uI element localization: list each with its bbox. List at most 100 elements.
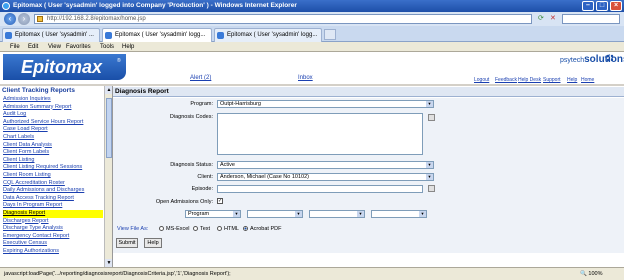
alert-link[interactable]: Alert (2) xyxy=(190,75,211,81)
brand-line1: psytech xyxy=(560,57,585,64)
format-radio-html[interactable]: HTML xyxy=(217,226,239,232)
report-link[interactable]: Client Listing xyxy=(3,157,103,165)
home-link[interactable]: Home xyxy=(581,77,594,83)
report-list: Admission Inquiries Admission Summary Re… xyxy=(3,96,103,255)
magnifier-icon: 🔍 xyxy=(580,271,587,277)
report-link[interactable]: Data Access Tracking Report xyxy=(3,195,103,203)
submit-button[interactable]: Submit xyxy=(116,238,138,248)
menu-file[interactable]: File xyxy=(10,43,20,51)
scroll-up-icon[interactable]: ▲ xyxy=(105,86,112,94)
diagnosis-status-value: Active xyxy=(220,162,235,168)
chevron-down-icon: ▼ xyxy=(426,162,433,168)
report-link[interactable]: Admission Summary Report xyxy=(3,104,103,112)
client-select[interactable]: Anderson, Michael (Case No 10102) ▼ xyxy=(217,173,434,181)
report-link[interactable]: CQL Accreditation Roster xyxy=(3,180,103,188)
menu-help[interactable]: Help xyxy=(122,43,134,51)
format-label: Text xyxy=(200,226,211,232)
report-link[interactable]: Case Load Report xyxy=(3,126,103,134)
sort-by-select-2[interactable]: ▼ xyxy=(247,210,303,218)
program-label: Program: xyxy=(190,101,213,107)
report-link[interactable]: Executive Census xyxy=(3,240,103,248)
inbox-link[interactable]: Inbox xyxy=(298,75,313,81)
program-select[interactable]: Outpt-Harrisburg ▼ xyxy=(217,100,434,108)
window-title: Epitomax ( User 'sysadmin' logged into C… xyxy=(13,2,297,9)
close-window-button[interactable]: × xyxy=(610,1,622,11)
help-desk-link[interactable]: Help Desk xyxy=(518,77,541,83)
report-link[interactable]: Client Data Analysis xyxy=(3,142,103,150)
url-input[interactable]: http://192.168.2.8/epitomax/home.jsp xyxy=(34,14,532,24)
status-bar: javascript:loadPage('.../reporting/diagn… xyxy=(0,267,624,280)
menu-tools[interactable]: Tools xyxy=(100,43,114,51)
zoom-level[interactable]: 🔍 100% xyxy=(580,268,602,280)
chevron-down-icon: ▼ xyxy=(419,211,426,217)
url-text: http://192.168.2.8/epitomax/home.jsp xyxy=(47,16,146,22)
sidebar-scrollbar[interactable]: ▲ ▼ xyxy=(104,86,112,267)
stop-icon[interactable]: ✕ xyxy=(550,14,556,24)
refresh-icon[interactable]: ⟳ xyxy=(538,14,544,24)
logout-link[interactable]: Logout xyxy=(474,77,489,83)
logo-registered-mark: ® xyxy=(117,58,121,64)
logo-text: Epitomax xyxy=(21,57,103,77)
chevron-down-icon: ▼ xyxy=(295,211,302,217)
episode-lookup-button[interactable] xyxy=(428,185,435,192)
browser-tab-3[interactable]: Epitomax ( User 'sysadmin' logg... xyxy=(214,28,322,42)
episode-input[interactable] xyxy=(217,185,423,193)
maximize-button[interactable]: □ xyxy=(596,1,608,11)
diagnosis-codes-textarea[interactable] xyxy=(217,113,423,155)
report-link[interactable]: Audit Log xyxy=(3,111,103,119)
app-header: Epitomax ® Alert (2) Inbox psytechsoluti… xyxy=(0,52,624,84)
scroll-thumb[interactable] xyxy=(106,98,112,158)
back-button[interactable]: ‹ xyxy=(4,13,16,25)
minimize-button[interactable]: – xyxy=(582,1,594,11)
menu-favorites[interactable]: Favorites xyxy=(66,43,91,51)
radio-dot xyxy=(159,226,164,232)
menu-edit[interactable]: Edit xyxy=(28,43,38,51)
browser-tab-1[interactable]: Epitomax ( User 'sysadmin' ... xyxy=(2,28,100,42)
format-radio-pdf[interactable]: Acrobat PDF xyxy=(243,226,281,232)
window-titlebar: Epitomax ( User 'sysadmin' logged into C… xyxy=(0,0,624,12)
report-link[interactable]: Expiring Authorizations xyxy=(3,248,103,256)
format-radio-excel[interactable]: MS-Excel xyxy=(159,226,190,232)
diagnosis-status-select[interactable]: Active ▼ xyxy=(217,161,434,169)
diagnosis-codes-lookup-button[interactable] xyxy=(428,114,435,121)
new-tab-button[interactable] xyxy=(324,29,336,40)
menu-view[interactable]: View xyxy=(48,43,61,51)
report-link[interactable]: Chart Labels xyxy=(3,134,103,142)
report-link[interactable]: Days In Program Report xyxy=(3,202,103,210)
report-link[interactable]: Daily Admissions and Discharges xyxy=(3,187,103,195)
chevron-down-icon: ▼ xyxy=(426,101,433,107)
feedback-link[interactable]: Feedback xyxy=(495,77,517,83)
report-link[interactable]: Emergency Contact Report xyxy=(3,233,103,241)
report-link[interactable]: Discharges Report xyxy=(3,218,103,226)
open-admissions-label: Open Admissions Only: xyxy=(155,199,213,205)
forward-button[interactable]: › xyxy=(18,13,30,25)
format-label: HTML xyxy=(224,226,239,232)
radio-dot-selected xyxy=(243,226,248,232)
psytech-logo: psytechsolutions xyxy=(560,55,624,66)
scroll-down-icon[interactable]: ▼ xyxy=(105,259,112,267)
browser-tab-2[interactable]: Epitomax ( User 'sysadmin' logg... xyxy=(102,28,212,42)
report-link[interactable]: Client Room Listing xyxy=(3,172,103,180)
report-link[interactable]: Discharge Type Analysis xyxy=(3,225,103,233)
open-admissions-checkbox[interactable]: ✓ xyxy=(217,198,223,204)
help-link[interactable]: Help xyxy=(567,77,577,83)
tab-label: Epitomax ( User 'sysadmin' logg... xyxy=(115,32,206,38)
report-link[interactable]: Client Listing Required Sessions xyxy=(3,164,103,172)
sidebar-heading: Client Tracking Reports xyxy=(2,87,75,94)
report-link[interactable]: Authorized Service Hours Report xyxy=(3,119,103,127)
sort-by-select-4[interactable]: ▼ xyxy=(371,210,427,218)
report-link-selected[interactable]: Diagnosis Report xyxy=(3,209,103,218)
search-input[interactable] xyxy=(562,14,620,24)
support-link[interactable]: Support xyxy=(543,77,561,83)
sort-by-select-3[interactable]: ▼ xyxy=(309,210,365,218)
format-radio-text[interactable]: Text xyxy=(193,226,210,232)
chevron-down-icon: ▼ xyxy=(357,211,364,217)
sort-by-select-1[interactable]: Program ▼ xyxy=(185,210,241,218)
tab-bar: Epitomax ( User 'sysadmin' ... Epitomax … xyxy=(0,26,624,42)
report-link[interactable]: Client Form Labels xyxy=(3,149,103,157)
report-link[interactable]: Admission Inquiries xyxy=(3,96,103,104)
report-title: Diagnosis Report xyxy=(113,87,624,97)
tab-label: Epitomax ( User 'sysadmin' logg... xyxy=(227,32,318,38)
help-button[interactable]: Help xyxy=(144,238,162,248)
episode-label: Episode: xyxy=(191,186,213,192)
